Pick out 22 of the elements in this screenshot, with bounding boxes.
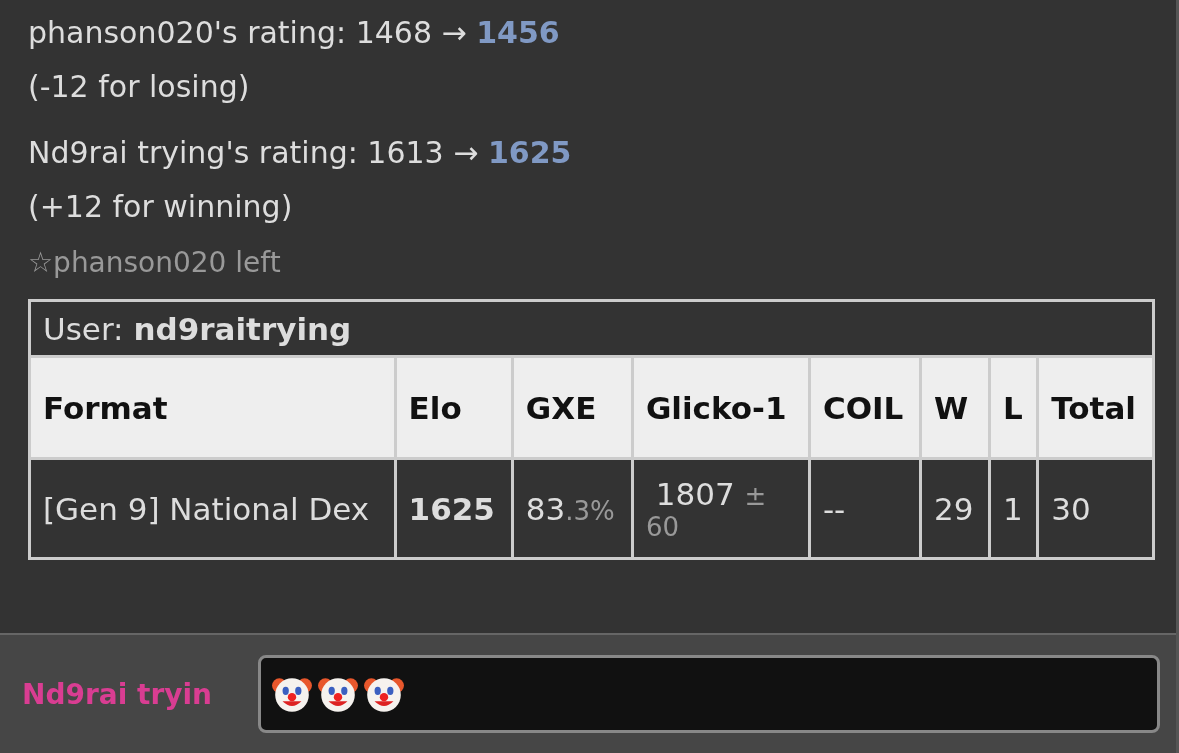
table-caption: User: nd9raitrying [29,300,1154,357]
table-cell: 29 [920,458,990,559]
message-input-field[interactable] [258,655,1160,733]
table-cell: 1807 ± 60 [632,458,810,559]
table-cell: 30 [1037,458,1154,559]
column-header: GXE [512,356,633,459]
column-header: Elo [395,356,513,459]
table-cell: 1625 [395,458,513,559]
table-cell: 83.3% [512,458,633,559]
table-cell: 1 [989,458,1038,559]
column-header: L [989,356,1038,459]
table-cell: -- [809,458,921,559]
table-cell: [Gen 9] National Dex [29,458,396,559]
rating-message: Nd9rai trying's rating: 1613 → 1625 (+12 for winning) [28,134,573,226]
column-header: Format [29,356,396,459]
column-header: COIL [809,356,921,459]
rating-message: phanson020's rating: 1468 → 1456 (-12 for losing) [28,14,561,106]
leave-notice: ☆phanson020 left [28,246,282,279]
column-header: W [920,356,990,459]
column-header: Total [1037,356,1154,459]
column-header: Glicko-1 [632,356,810,459]
username: Nd9rai tryin [22,677,213,711]
